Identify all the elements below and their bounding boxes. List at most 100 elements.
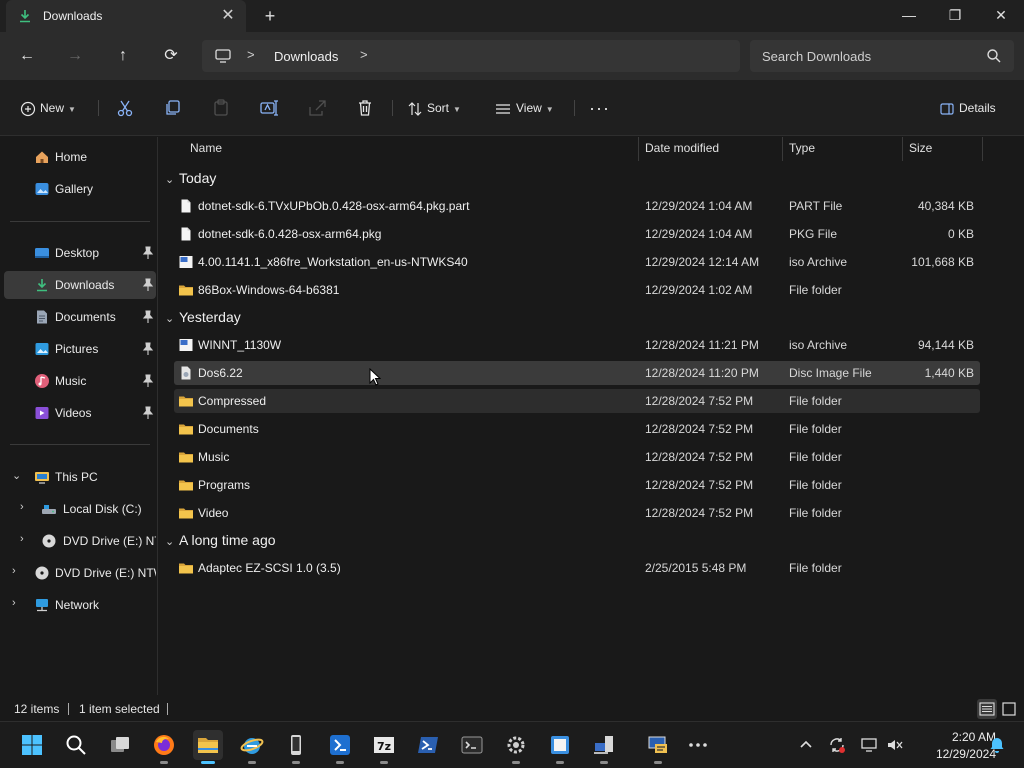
sidebar-item-desktop[interactable]: Desktop: [4, 239, 156, 267]
clock-date[interactable]: 12/29/2024: [912, 747, 996, 761]
chevron-right-icon[interactable]: >: [360, 47, 368, 62]
internet-explorer-app[interactable]: [237, 730, 267, 764]
taskbar-search-button[interactable]: [61, 730, 91, 760]
remote-desktop-app[interactable]: [325, 730, 355, 764]
7zip-app[interactable]: 7z: [369, 730, 399, 764]
pin-icon[interactable]: [142, 246, 154, 260]
tab-downloads[interactable]: Downloads ✕: [6, 0, 246, 32]
cut-icon[interactable]: [115, 98, 135, 118]
pin-icon[interactable]: [142, 310, 154, 324]
folder-row[interactable]: Programs 12/28/2024 7:52 PM File folder: [174, 473, 980, 497]
notification-bell-icon[interactable]: [988, 736, 1006, 754]
column-name-header[interactable]: Name: [190, 141, 222, 155]
column-divider[interactable]: [782, 137, 783, 161]
column-divider[interactable]: [982, 137, 983, 161]
chevron-down-icon[interactable]: ⌄: [12, 469, 21, 482]
file-row[interactable]: dotnet-sdk-6.0.428-osx-arm64.pkg 12/29/2…: [174, 222, 980, 246]
group-header-today[interactable]: ⌄ Today: [165, 170, 216, 186]
phone-link-app[interactable]: [281, 730, 311, 764]
pin-icon[interactable]: [142, 342, 154, 356]
file-row[interactable]: 4.00.1141.1_x86fre_Workstation_en-us-NTW…: [174, 250, 980, 274]
search-input[interactable]: [762, 46, 982, 66]
chevron-right-icon[interactable]: ›: [12, 565, 16, 577]
search-box[interactable]: [750, 40, 1014, 72]
more-apps-button[interactable]: [683, 730, 713, 760]
new-tab-button[interactable]: +: [258, 4, 282, 28]
up-button[interactable]: ↑: [111, 44, 135, 68]
network-app[interactable]: [589, 730, 619, 764]
details-button[interactable]: Details: [939, 94, 996, 122]
volume-muted-icon[interactable]: [886, 736, 904, 754]
file-explorer-app[interactable]: [193, 730, 223, 764]
share-icon[interactable]: [307, 98, 327, 118]
tiles-view-toggle[interactable]: [999, 699, 1019, 719]
column-type-header[interactable]: Type: [789, 141, 815, 155]
group-header-long-ago[interactable]: ⌄ A long time ago: [165, 532, 276, 548]
chevron-up-icon[interactable]: [797, 736, 815, 754]
powershell-app[interactable]: [413, 730, 443, 760]
pin-icon[interactable]: [142, 278, 154, 292]
folder-row[interactable]: Video 12/28/2024 7:52 PM File folder: [174, 501, 980, 525]
forward-button[interactable]: →: [63, 44, 87, 68]
sidebar-item-videos[interactable]: Videos: [4, 399, 156, 427]
settings-app[interactable]: [501, 730, 531, 764]
vm-app[interactable]: [643, 730, 673, 764]
close-tab-icon[interactable]: ✕: [218, 6, 238, 26]
breadcrumb-downloads[interactable]: Downloads: [274, 49, 338, 64]
sidebar-item-pictures[interactable]: Pictures: [4, 335, 156, 363]
copy-icon[interactable]: [163, 98, 183, 118]
paste-icon[interactable]: [211, 98, 231, 118]
file-row[interactable]: WINNT_1130W 12/28/2024 11:21 PM iso Arch…: [174, 333, 980, 357]
column-date-header[interactable]: Date modified: [645, 141, 719, 155]
new-button[interactable]: New ▼: [20, 94, 76, 122]
firefox-app[interactable]: [149, 730, 179, 764]
folder-row[interactable]: Music 12/28/2024 7:52 PM File folder: [174, 445, 980, 469]
delete-icon[interactable]: [355, 98, 375, 118]
chevron-right-icon[interactable]: >: [247, 47, 255, 62]
sidebar-item-gallery[interactable]: Gallery: [4, 175, 156, 203]
maximize-button[interactable]: ❐: [932, 0, 978, 32]
terminal-app[interactable]: [457, 730, 487, 760]
sidebar-item-home[interactable]: Home: [4, 143, 156, 171]
sidebar-item-network[interactable]: › Network: [4, 591, 156, 619]
pin-icon[interactable]: [142, 374, 154, 388]
sort-button[interactable]: Sort ▼: [407, 94, 461, 122]
start-button[interactable]: [17, 730, 47, 760]
minimize-button[interactable]: —: [886, 0, 932, 32]
view-button[interactable]: View ▼: [494, 94, 554, 122]
display-icon[interactable]: [860, 736, 878, 754]
sync-icon[interactable]: [828, 736, 846, 754]
folder-row[interactable]: Documents 12/28/2024 7:52 PM File folder: [174, 417, 980, 441]
details-view-toggle[interactable]: [977, 699, 997, 719]
sidebar-item-local-disk[interactable]: › Local Disk (C:): [4, 495, 156, 523]
more-options-icon[interactable]: ···: [589, 94, 610, 122]
sidebar-item-downloads[interactable]: Downloads: [4, 271, 156, 299]
search-icon[interactable]: [986, 48, 1002, 64]
rename-icon[interactable]: [259, 98, 279, 118]
chevron-right-icon[interactable]: ›: [20, 533, 24, 545]
sidebar-item-documents[interactable]: Documents: [4, 303, 156, 331]
close-window-button[interactable]: ✕: [978, 0, 1024, 32]
task-view-button[interactable]: [105, 730, 135, 760]
back-button[interactable]: ←: [15, 44, 39, 68]
pin-icon[interactable]: [142, 406, 154, 420]
sidebar-item-dvd-drive[interactable]: › DVD Drive (E:) NTWKS40: [4, 527, 156, 555]
folder-row[interactable]: 86Box-Windows-64-b6381 12/29/2024 1:02 A…: [174, 278, 980, 302]
group-header-yesterday[interactable]: ⌄ Yesterday: [165, 309, 241, 325]
file-row[interactable]: dotnet-sdk-6.TVxUPbOb.0.428-osx-arm64.pk…: [174, 194, 980, 218]
sidebar-item-music[interactable]: Music: [4, 367, 156, 395]
chevron-right-icon[interactable]: ›: [12, 597, 16, 609]
chevron-right-icon[interactable]: ›: [20, 501, 24, 513]
clock-time[interactable]: 2:20 AM: [912, 730, 996, 744]
sidebar-item-dvd-drive[interactable]: › DVD Drive (E:) NTWKS40: [4, 559, 156, 587]
column-divider[interactable]: [638, 137, 639, 161]
folder-row[interactable]: Adaptec EZ-SCSI 1.0 (3.5) 2/25/2015 5:48…: [174, 556, 980, 580]
address-bar[interactable]: > Downloads >: [202, 40, 740, 72]
notepad-app[interactable]: [545, 730, 575, 764]
sidebar-item-this-pc[interactable]: ⌄ This PC: [4, 463, 156, 491]
file-row-selected[interactable]: Dos6.22 12/28/2024 11:20 PM Disc Image F…: [174, 361, 980, 385]
column-divider[interactable]: [902, 137, 903, 161]
column-size-header[interactable]: Size: [909, 141, 932, 155]
folder-row[interactable]: Compressed 12/28/2024 7:52 PM File folde…: [174, 389, 980, 413]
refresh-button[interactable]: ⟳: [159, 44, 183, 68]
